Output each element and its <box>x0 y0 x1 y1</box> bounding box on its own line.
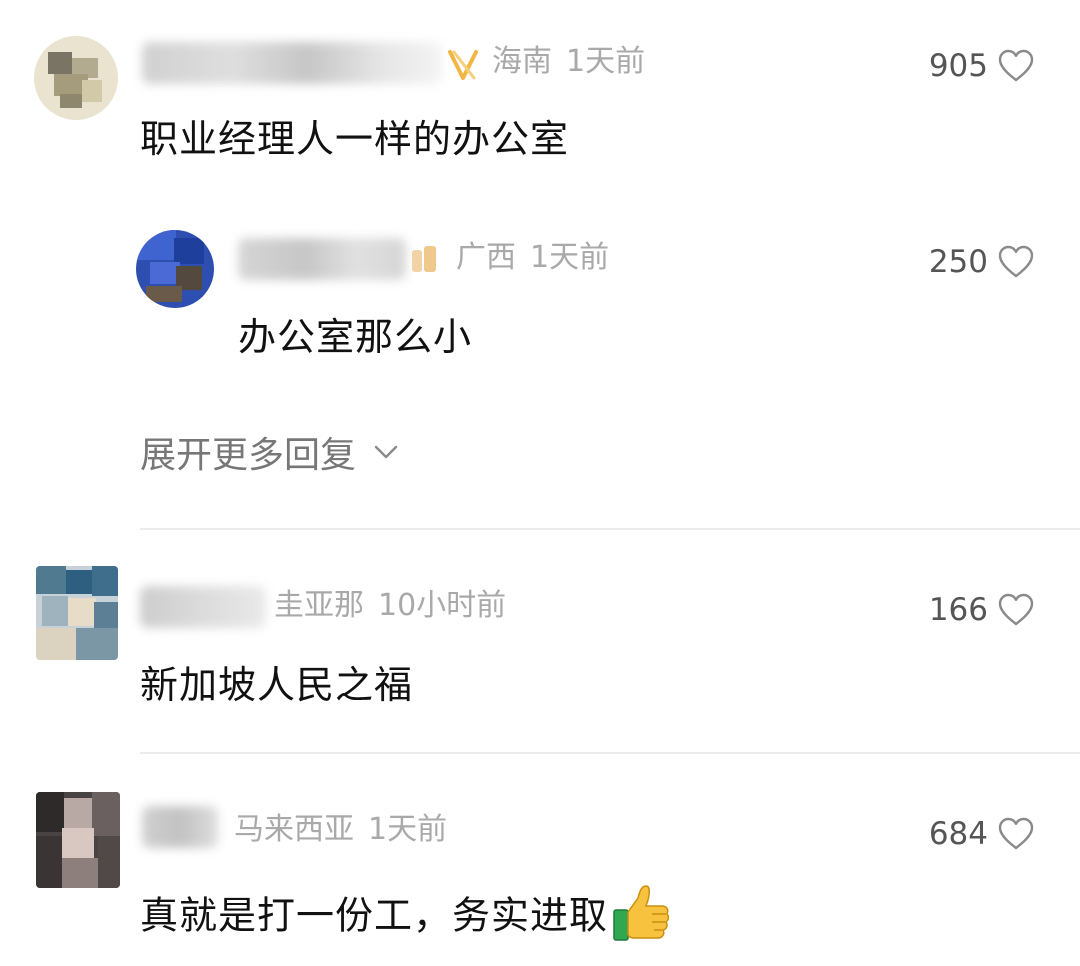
comment-meta: 圭亚那 10小时前 <box>274 586 506 626</box>
thumbs-up-emoji-icon <box>612 882 672 954</box>
comment-time: 1天前 <box>368 812 448 847</box>
like-button[interactable]: 905 <box>929 44 1034 88</box>
avatar[interactable] <box>36 792 120 888</box>
like-count: 905 <box>928 48 988 84</box>
comment-time: 10小时前 <box>378 588 507 623</box>
avatar[interactable] <box>36 566 118 660</box>
comment-location: 广西 <box>456 240 516 275</box>
username-obscured[interactable] <box>140 586 266 628</box>
heart-outline-icon <box>998 245 1034 278</box>
comment-text-row: 真就是打一份工，务实进取 <box>140 882 672 954</box>
like-count: 250 <box>928 244 988 280</box>
comment-meta: 广西 1天前 <box>456 238 609 278</box>
like-count: 684 <box>928 816 988 852</box>
comment-meta: 马来西亚 1天前 <box>234 810 447 850</box>
username-obscured[interactable] <box>142 806 218 848</box>
username-obscured[interactable] <box>142 42 442 84</box>
avatar[interactable] <box>136 230 214 308</box>
comment-text: 办公室那么小 <box>238 315 473 359</box>
like-button[interactable]: 250 <box>929 240 1034 284</box>
comment-location: 马来西亚 <box>234 812 354 847</box>
heart-outline-icon <box>998 49 1034 82</box>
comment-meta: 海南 1天前 <box>492 42 645 82</box>
comment-text: 职业经理人一样的办公室 <box>140 117 570 161</box>
comment-location: 圭亚那 <box>274 588 364 623</box>
like-count: 166 <box>928 592 988 628</box>
like-button[interactable]: 684 <box>929 812 1034 856</box>
comment-list: 海南 1天前 905 职业经理人一样的办公室 广西 1天前 250 办公室那么小… <box>0 0 1080 966</box>
divider <box>140 528 1080 530</box>
comment-location: 海南 <box>492 44 552 79</box>
comment-text: 真就是打一份工，务实进取 <box>140 893 609 938</box>
comment-time: 1天前 <box>566 44 646 79</box>
expand-replies-button[interactable]: 展开更多回复 <box>140 426 398 478</box>
level-badge-icon <box>446 48 482 86</box>
heart-outline-icon <box>998 593 1034 626</box>
avatar[interactable] <box>34 36 118 120</box>
comment-time: 1天前 <box>530 240 610 275</box>
divider <box>140 752 1080 754</box>
username-obscured[interactable] <box>238 238 406 280</box>
chevron-down-icon <box>374 445 398 459</box>
comment-text: 新加坡人民之福 <box>140 663 414 707</box>
level-badge-icon <box>408 244 442 280</box>
like-button[interactable]: 166 <box>929 588 1034 632</box>
expand-replies-label: 展开更多回复 <box>140 435 357 476</box>
heart-outline-icon <box>998 817 1034 850</box>
